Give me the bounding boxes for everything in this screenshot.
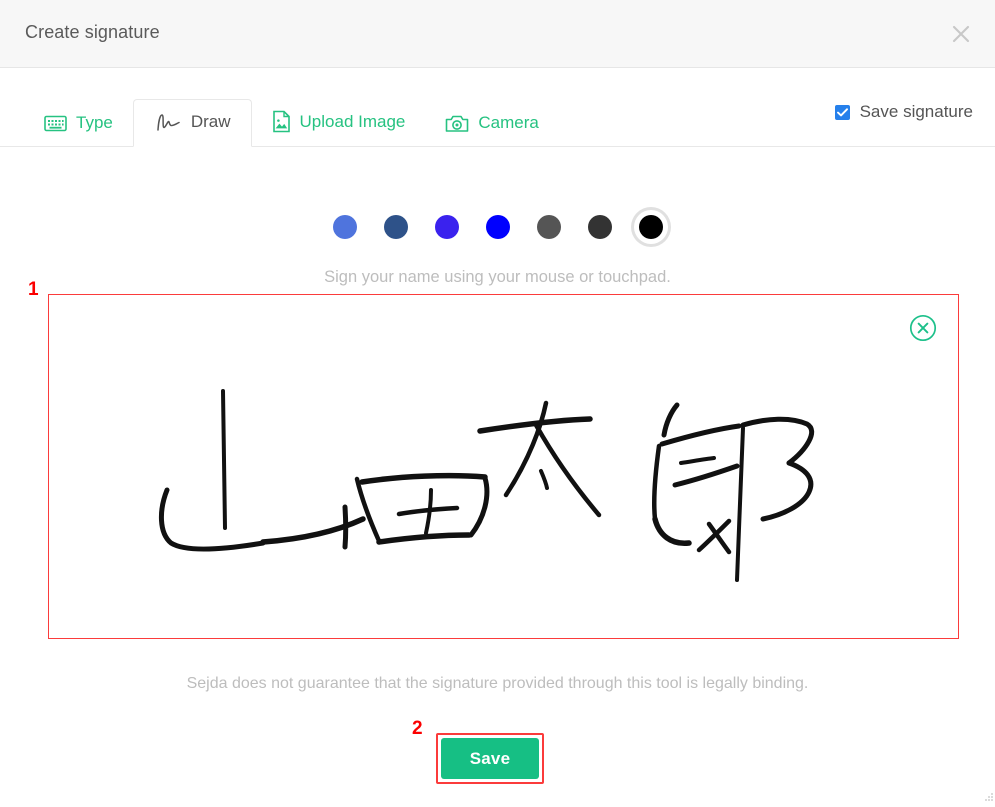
tab-draw[interactable]: Draw (132, 99, 252, 147)
signature-drawing (159, 389, 815, 582)
tab-camera[interactable]: Camera (425, 101, 558, 146)
color-swatch-dark-grey[interactable] (583, 210, 617, 244)
close-icon[interactable] (941, 14, 981, 54)
color-swatch-pure-blue[interactable] (481, 210, 515, 244)
legal-disclaimer: Sejda does not guarantee that the signat… (186, 675, 809, 692)
draw-canvas[interactable] (48, 294, 959, 639)
color-swatch-cornflower-blue[interactable] (328, 210, 362, 244)
save-button[interactable]: Save (441, 738, 539, 779)
checkbox-checked-icon (834, 104, 850, 120)
modal-header: Create signature (0, 0, 995, 68)
page-title: Create signature (25, 22, 160, 42)
signature-scribble-icon (154, 113, 182, 132)
swatch-fill (332, 215, 357, 239)
image-document-icon (272, 110, 291, 133)
color-swatch-medium-grey[interactable] (532, 210, 566, 244)
tab-type[interactable]: Type (24, 101, 133, 146)
swatch-fill (383, 215, 408, 239)
swatch-fill (536, 215, 561, 239)
tab-label: Camera (478, 113, 539, 132)
save-button-highlight: Save (436, 733, 544, 784)
swatch-fill (485, 215, 510, 239)
canvas-hint: Sign your name using your mouse or touch… (324, 268, 671, 286)
swatch-fill (434, 215, 459, 239)
keyboard-icon (44, 115, 67, 132)
color-swatch-steel-blue[interactable] (379, 210, 413, 244)
annotation-marker-2: 2 (412, 718, 423, 739)
color-swatch-black[interactable] (634, 210, 668, 244)
tab-label: Type (76, 113, 113, 132)
color-swatch-violet-blue[interactable] (430, 210, 464, 244)
swatch-fill (638, 215, 663, 239)
tab-bar: Type Draw Upload Image Camera Save signa… (0, 68, 995, 147)
camera-icon (445, 114, 469, 133)
tab-upload-image[interactable]: Upload Image (252, 98, 426, 146)
color-swatch-row (0, 210, 995, 244)
annotation-marker-1: 1 (28, 279, 39, 300)
tab-label: Upload Image (299, 111, 406, 131)
save-signature-label: Save signature (859, 102, 973, 121)
clear-circle-x-icon[interactable] (909, 314, 937, 342)
save-signature-checkbox[interactable]: Save signature (834, 102, 973, 122)
tab-label: Draw (190, 112, 231, 131)
swatch-fill (587, 215, 612, 239)
resize-handle[interactable] (984, 789, 993, 801)
